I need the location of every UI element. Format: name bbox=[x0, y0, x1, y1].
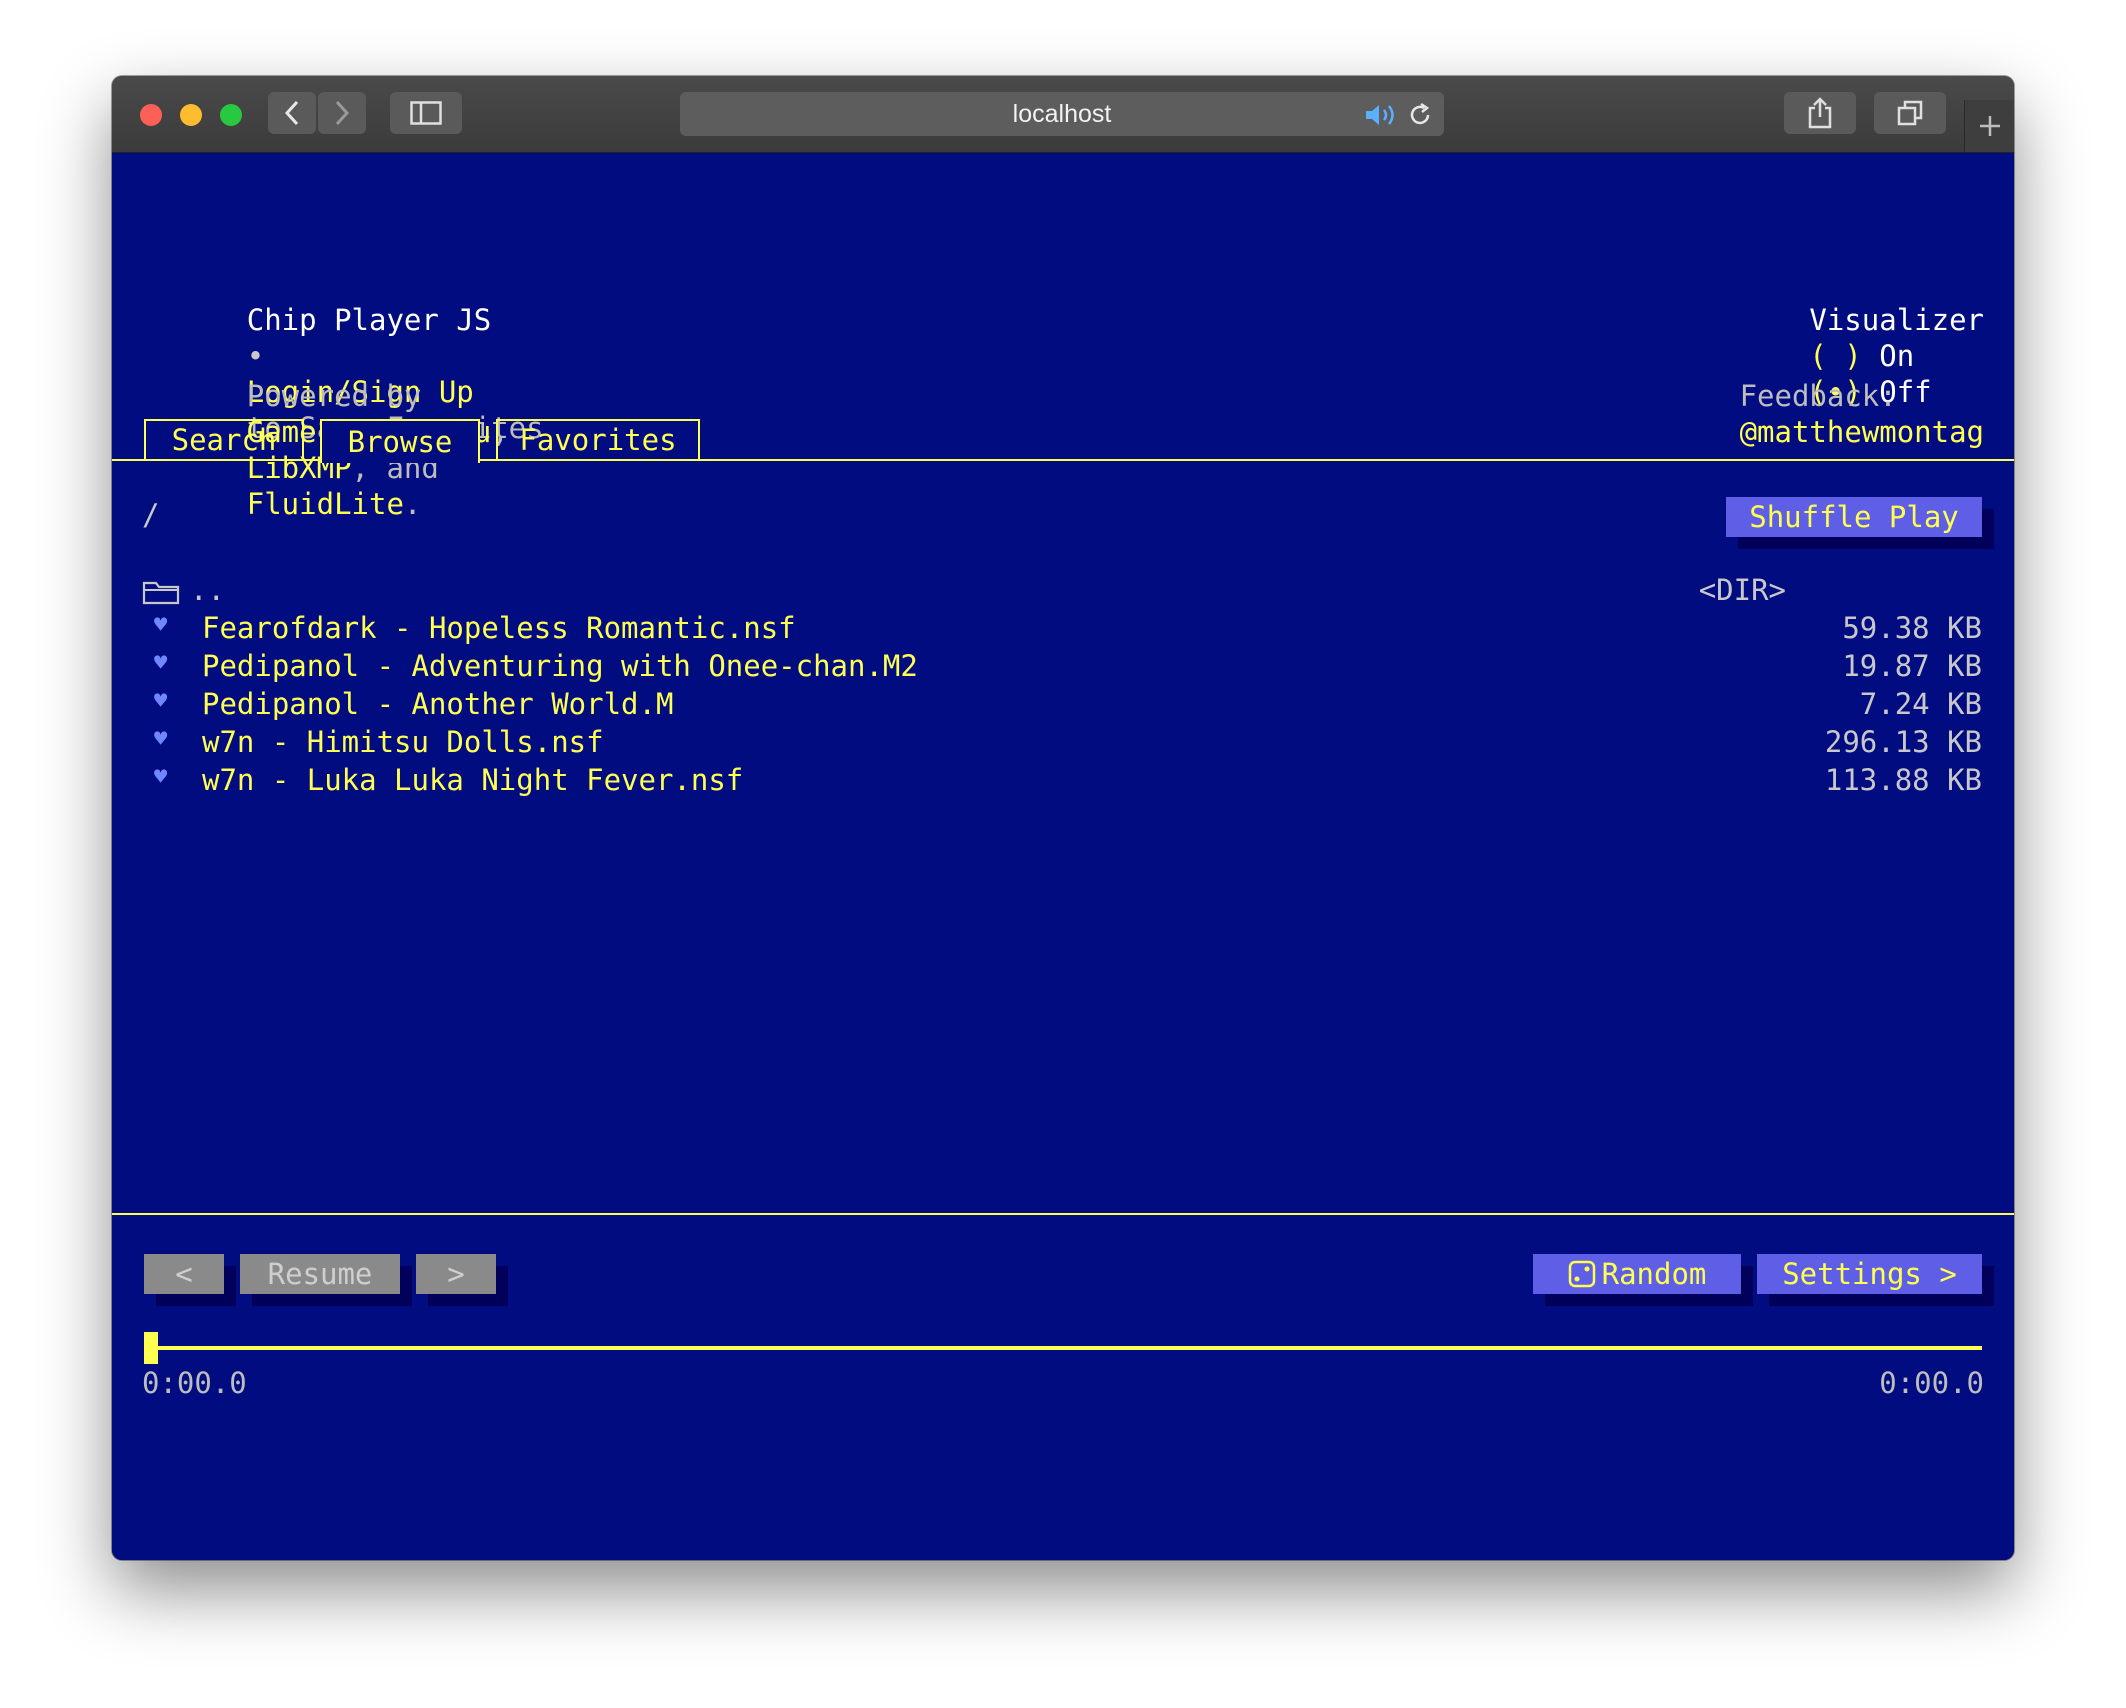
share-button[interactable] bbox=[1784, 92, 1856, 134]
resume-button[interactable]: Resume bbox=[240, 1254, 400, 1294]
favorite-heart-icon[interactable]: ♥ bbox=[154, 613, 167, 638]
file-name: w7n - Himitsu Dolls.nsf bbox=[202, 725, 604, 759]
file-row[interactable]: ♥ w7n - Himitsu Dolls.nsf 296.13 KB bbox=[142, 725, 1982, 763]
file-size: 59.38 KB bbox=[1842, 611, 1982, 645]
tab-favorites[interactable]: Favorites bbox=[496, 419, 700, 459]
feedback-handle-link[interactable]: @matthewmontag bbox=[1740, 415, 1984, 449]
file-name: Pedipanol - Another World.M bbox=[202, 687, 674, 721]
chevron-right-icon bbox=[335, 100, 350, 126]
random-button[interactable]: Random bbox=[1533, 1254, 1741, 1294]
visualizer-label: Visualizer bbox=[1809, 303, 1984, 337]
tab-label: Browse bbox=[347, 425, 453, 459]
file-name: Fearofdark - Hopeless Romantic.nsf bbox=[202, 611, 796, 645]
file-row[interactable]: ♥ Fearofdark - Hopeless Romantic.nsf 59.… bbox=[142, 611, 1982, 649]
app-content: Chip Player JS • Login/Sign Up to Save F… bbox=[112, 153, 2014, 1560]
speaker-icon bbox=[1366, 105, 1394, 125]
file-row[interactable]: ♥ w7n - Luka Luka Night Fever.nsf 113.88… bbox=[142, 763, 1982, 801]
favorite-heart-icon[interactable]: ♥ bbox=[154, 651, 167, 676]
settings-button[interactable]: Settings > bbox=[1757, 1254, 1982, 1294]
next-track-button[interactable]: > bbox=[416, 1254, 496, 1294]
file-size: 19.87 KB bbox=[1842, 649, 1982, 683]
file-size: 113.88 KB bbox=[1824, 763, 1982, 797]
resume-label: Resume bbox=[267, 1257, 373, 1291]
previous-label: < bbox=[175, 1257, 193, 1291]
shuffle-play-label: Shuffle Play bbox=[1749, 500, 1959, 534]
file-name: Pedipanol - Adventuring with Onee-chan.M… bbox=[202, 649, 918, 683]
next-label: > bbox=[447, 1257, 465, 1291]
feedback-line: Feedback: @matthewmontag bbox=[1635, 342, 1984, 486]
minimize-window-button[interactable] bbox=[180, 104, 202, 126]
folder-icon bbox=[142, 581, 180, 605]
parent-dir-name: .. bbox=[190, 573, 225, 607]
tab-label: Favorites bbox=[519, 423, 677, 457]
file-row[interactable]: ♥ Pedipanol - Adventuring with Onee-chan… bbox=[142, 649, 1982, 687]
current-path: / bbox=[142, 498, 160, 532]
plus-icon bbox=[1980, 116, 2000, 136]
sidebar-toggle-button[interactable] bbox=[390, 92, 462, 134]
seek-bar[interactable] bbox=[144, 1346, 1982, 1350]
powered-prefix: Powered by bbox=[246, 379, 422, 413]
forward-button[interactable] bbox=[318, 92, 366, 134]
period-text: . bbox=[403, 487, 422, 521]
file-size: 296.13 KB bbox=[1824, 725, 1982, 759]
new-tab-button[interactable] bbox=[1964, 100, 2014, 152]
parent-directory-row[interactable]: .. <DIR> bbox=[142, 573, 1982, 611]
file-row[interactable]: ♥ Pedipanol - Another World.M 7.24 KB bbox=[142, 687, 1982, 725]
favorite-heart-icon[interactable]: ♥ bbox=[154, 727, 167, 752]
browser-toolbar: localhost bbox=[112, 76, 2014, 153]
address-bar[interactable]: localhost bbox=[680, 92, 1444, 136]
favorite-heart-icon[interactable]: ♥ bbox=[154, 689, 167, 714]
file-size: 7.24 KB bbox=[1859, 687, 1982, 721]
feedback-label: Feedback: bbox=[1739, 379, 1897, 413]
chevron-left-icon bbox=[284, 100, 299, 126]
settings-label: Settings > bbox=[1782, 1257, 1957, 1291]
total-time: 0:00.0 bbox=[1879, 1366, 1984, 1400]
tab-browse[interactable]: Browse bbox=[320, 419, 480, 463]
file-name: w7n - Luka Luka Night Fever.nsf bbox=[202, 763, 744, 797]
random-label: Random bbox=[1601, 1257, 1707, 1291]
back-button[interactable] bbox=[268, 92, 316, 134]
tabs-overview-button[interactable] bbox=[1874, 92, 1946, 134]
tab-search[interactable]: Search bbox=[144, 419, 304, 459]
favorite-heart-icon[interactable]: ♥ bbox=[154, 765, 167, 790]
seek-handle[interactable] bbox=[144, 1332, 158, 1364]
browser-window: localhost Chip Player JS • Login/Sign Up… bbox=[112, 76, 2014, 1560]
player-divider bbox=[112, 1213, 2014, 1215]
previous-track-button[interactable]: < bbox=[144, 1254, 224, 1294]
tab-label: Search bbox=[171, 423, 277, 457]
sidebar-icon bbox=[410, 101, 442, 125]
elapsed-time: 0:00.0 bbox=[142, 1366, 247, 1400]
share-icon bbox=[1808, 97, 1832, 129]
close-window-button[interactable] bbox=[140, 104, 162, 126]
url-text: localhost bbox=[1012, 99, 1112, 128]
zoom-window-button[interactable] bbox=[220, 104, 242, 126]
parent-dir-size: <DIR> bbox=[1698, 573, 1786, 607]
app-title: Chip Player JS bbox=[246, 303, 492, 337]
shuffle-play-button[interactable]: Shuffle Play bbox=[1726, 497, 1982, 537]
reload-icon[interactable] bbox=[1406, 101, 1434, 129]
dice-icon bbox=[1568, 1260, 1595, 1288]
fluidlite-link[interactable]: FluidLite bbox=[247, 487, 404, 521]
tabs-icon bbox=[1897, 100, 1923, 126]
